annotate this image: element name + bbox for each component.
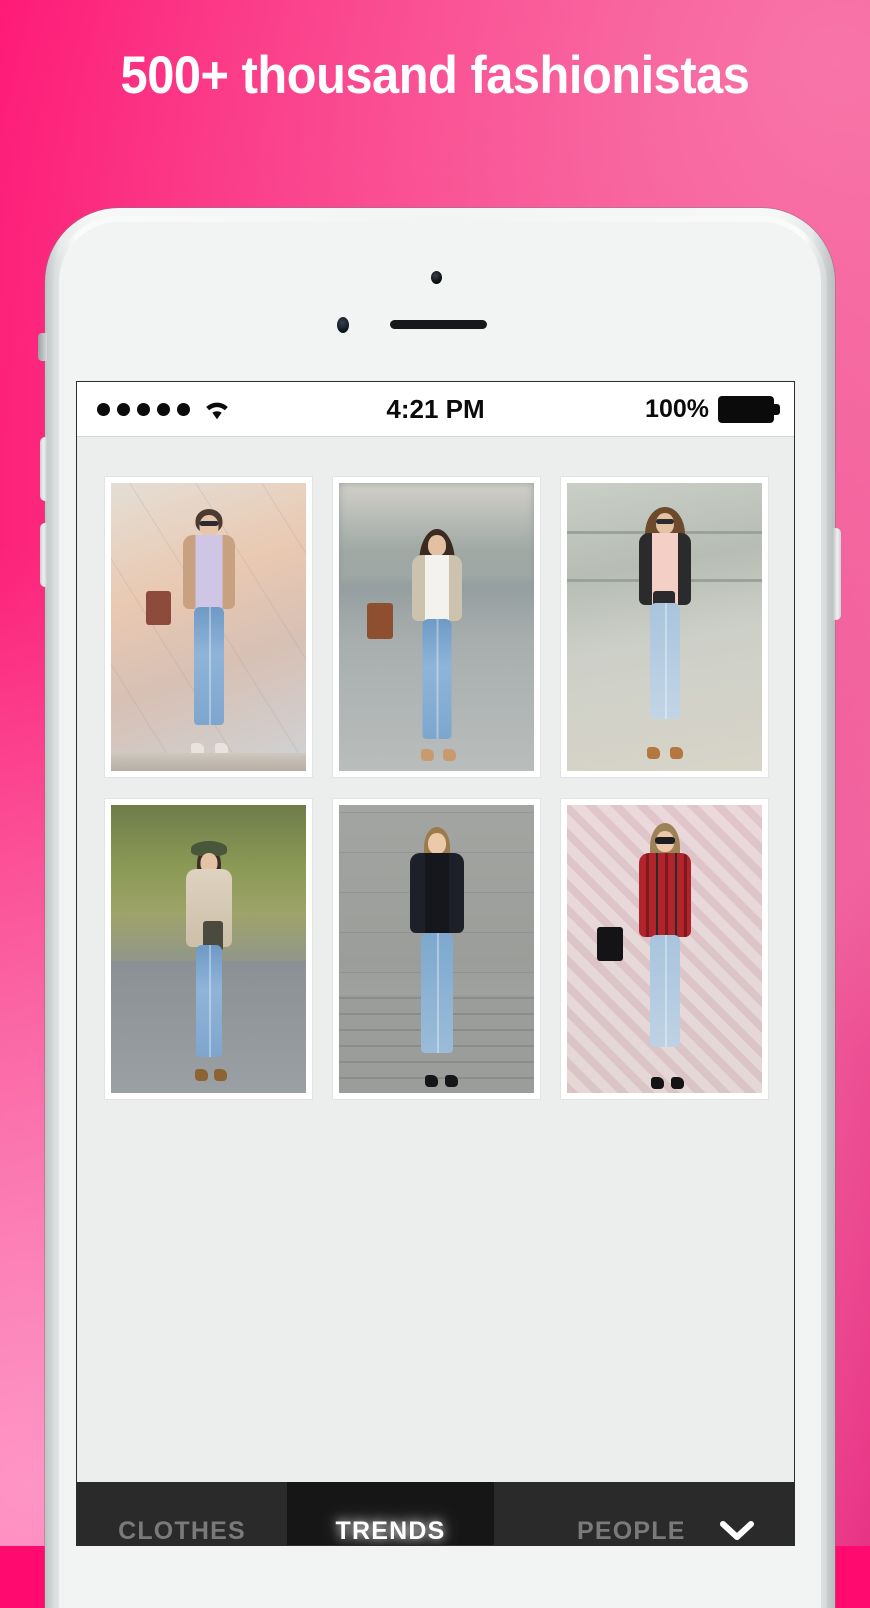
outfit-photo[interactable] (111, 483, 306, 771)
grid-item[interactable] (561, 799, 768, 1099)
volume-down-button[interactable] (40, 523, 48, 587)
outfit-photo[interactable] (567, 483, 762, 771)
status-bar-right: 100% (645, 382, 780, 437)
grid-item[interactable] (333, 799, 540, 1099)
battery-full-icon (718, 396, 780, 423)
phone-screen: 4:21 PM 100% CLOTHES TRENDS PEOPLE (76, 381, 795, 1546)
tab-bar: CLOTHES TRENDS PEOPLE (77, 1482, 794, 1545)
grid-item[interactable] (333, 477, 540, 777)
battery-body (718, 396, 774, 423)
bottom-panel: CLOTHES TRENDS PEOPLE IS THE LENGHT RIP … (77, 1482, 794, 1545)
page-title: 500+ thousand fashionistas (120, 46, 750, 105)
mute-switch-button[interactable] (38, 333, 47, 361)
outfit-photo[interactable] (339, 805, 534, 1093)
outfit-photo[interactable] (567, 805, 762, 1093)
grid-item[interactable] (105, 799, 312, 1099)
proximity-sensor-icon (337, 317, 349, 333)
status-bar: 4:21 PM 100% (77, 382, 794, 437)
tab-trends[interactable]: TRENDS (287, 1482, 494, 1545)
outfit-photo[interactable] (339, 483, 534, 771)
grid-item[interactable] (105, 477, 312, 777)
photo-grid (77, 438, 794, 1482)
volume-up-button[interactable] (40, 437, 48, 501)
grid-item[interactable] (561, 477, 768, 777)
tab-clothes[interactable]: CLOTHES (77, 1482, 287, 1545)
chevron-down-icon[interactable] (704, 1482, 770, 1545)
power-button[interactable] (833, 528, 841, 620)
outfit-photo[interactable] (111, 805, 306, 1093)
front-camera-icon (431, 271, 442, 284)
battery-percentage: 100% (645, 395, 709, 423)
battery-cap (774, 404, 780, 415)
earpiece-speaker (390, 320, 487, 329)
